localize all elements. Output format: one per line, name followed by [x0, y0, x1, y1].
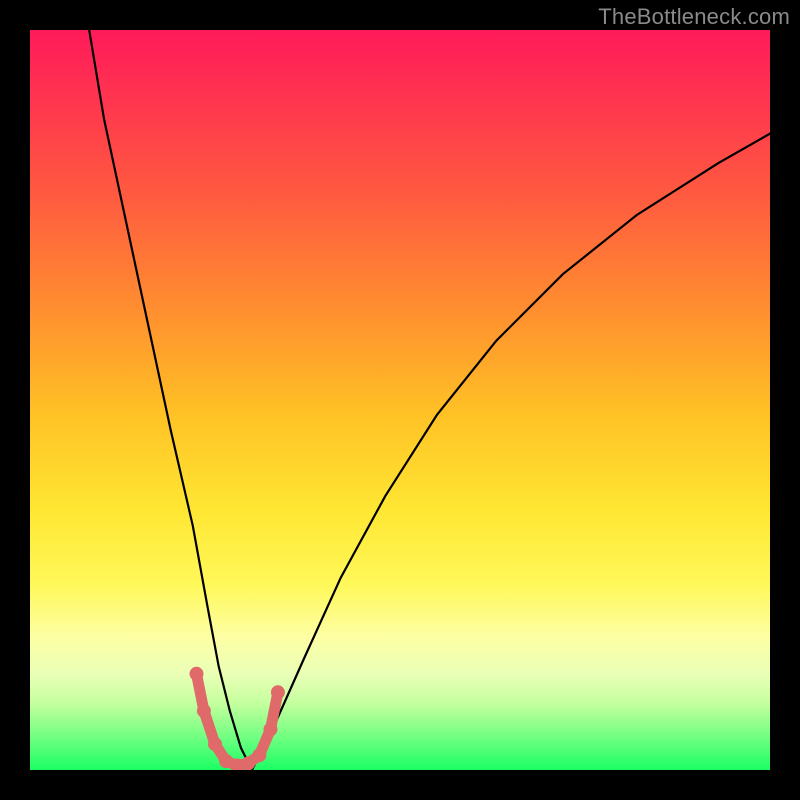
watermark-text: TheBottleneck.com — [598, 4, 790, 30]
optimal-range-marker — [197, 674, 278, 766]
optimal-dot — [208, 737, 222, 751]
optimal-dot — [252, 748, 266, 762]
optimal-dot — [271, 685, 285, 699]
chart-plot-area — [30, 30, 770, 770]
frame-left — [0, 0, 30, 800]
frame-right — [770, 0, 800, 800]
frame-bottom — [0, 770, 800, 800]
bottleneck-curve — [89, 30, 770, 770]
chart-svg — [30, 30, 770, 770]
optimal-dot — [197, 704, 211, 718]
optimal-dot — [190, 667, 204, 681]
optimal-dot — [264, 722, 278, 736]
